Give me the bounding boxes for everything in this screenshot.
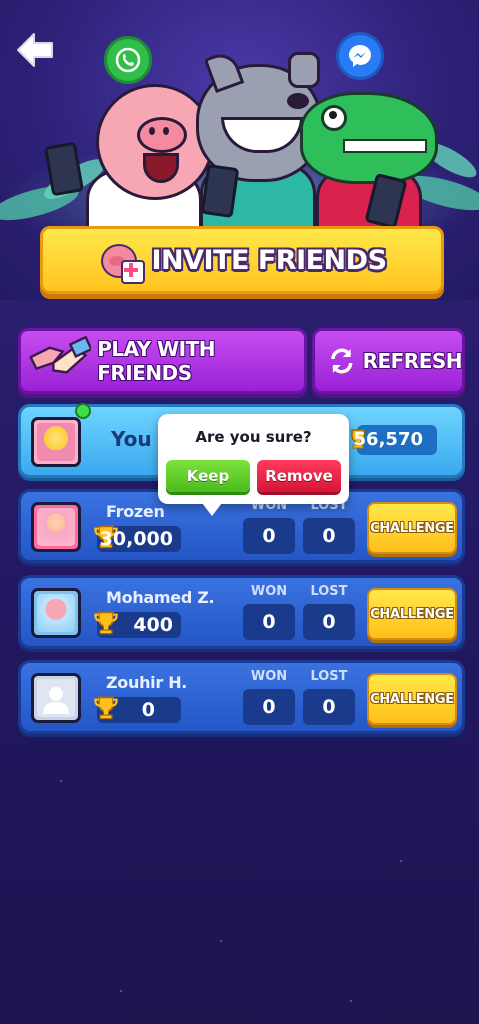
refresh-icon (331, 348, 353, 374)
play-with-friends-label: PLAY WITH FRIENDS (97, 337, 215, 385)
player-name: Frozen (106, 502, 165, 521)
avatar (31, 673, 81, 723)
player-name: You (111, 427, 152, 451)
star-decoration (120, 990, 122, 992)
refresh-label: REFRESH (362, 349, 463, 373)
table-row: Mohamed Z. 400 WON 0 LOST 0 CHALLENGE (18, 575, 465, 649)
challenge-button[interactable]: CHALLENGE (367, 502, 457, 554)
table-row: Zouhir H. 0 WON 0 LOST 0 CHALLENGE (18, 660, 465, 734)
challenge-label: CHALLENGE (370, 520, 454, 536)
won-count: 0 (243, 689, 295, 725)
invite-friends-label: INVITE FRIENDS (151, 244, 387, 276)
player-score: 30,000 (94, 525, 181, 552)
avatar (31, 588, 81, 638)
player-score-value: 400 (133, 614, 173, 636)
lost-count: 0 (303, 518, 355, 554)
play-with-friends-button[interactable]: PLAY WITH FRIENDS (18, 328, 307, 394)
challenge-label: CHALLENGE (370, 606, 454, 622)
won-count: 0 (243, 604, 295, 640)
avatar (31, 502, 81, 552)
trophy-icon (94, 696, 118, 720)
pig-character (96, 84, 214, 200)
lost-label: LOST (310, 669, 348, 684)
challenge-button[interactable]: CHALLENGE (367, 673, 457, 725)
star-decoration (60, 780, 62, 782)
lost-count: 0 (303, 689, 355, 725)
player-score: 400 (94, 611, 181, 638)
star-decoration (350, 1000, 352, 1002)
challenge-label: CHALLENGE (370, 691, 454, 707)
crocodile-character (300, 92, 438, 184)
back-arrow-icon (17, 33, 53, 67)
star-decoration (400, 860, 402, 862)
player-name: Mohamed Z. (106, 588, 215, 607)
back-button[interactable] (14, 30, 56, 70)
popup-title: Are you sure? (195, 428, 312, 446)
trophy-icon (94, 611, 118, 635)
player-name: Zouhir H. (106, 673, 188, 692)
handshake-icon (29, 335, 92, 374)
lost-label: LOST (310, 584, 348, 599)
player-score: 0 (94, 696, 181, 723)
remove-button[interactable]: Remove (257, 460, 341, 492)
wolf-fist-graphic (288, 52, 320, 88)
won-label: WON (250, 584, 288, 599)
default-avatar-icon (43, 687, 69, 714)
invite-friends-button[interactable]: INVITE FRIENDS (40, 226, 444, 294)
player-score-value: 30,000 (99, 528, 173, 550)
keep-button[interactable]: Keep (166, 460, 250, 492)
star-decoration (220, 940, 222, 942)
pig-add-friend-icon (97, 238, 146, 284)
my-score: 56,570 (351, 425, 437, 455)
whatsapp-share-button[interactable] (104, 36, 152, 84)
won-count: 0 (243, 518, 295, 554)
avatar (31, 417, 81, 467)
messenger-icon (349, 45, 371, 67)
won-label: WON (250, 669, 288, 684)
confirm-remove-popup: Are you sure? Keep Remove (158, 414, 349, 516)
player-score-value: 0 (141, 699, 155, 721)
my-score-value: 56,570 (353, 429, 423, 450)
messenger-share-button[interactable] (336, 32, 384, 80)
refresh-button[interactable]: REFRESH (312, 328, 465, 394)
lost-count: 0 (303, 604, 355, 640)
whatsapp-icon (115, 47, 141, 73)
online-status-dot (75, 403, 91, 419)
challenge-button[interactable]: CHALLENGE (367, 588, 457, 640)
